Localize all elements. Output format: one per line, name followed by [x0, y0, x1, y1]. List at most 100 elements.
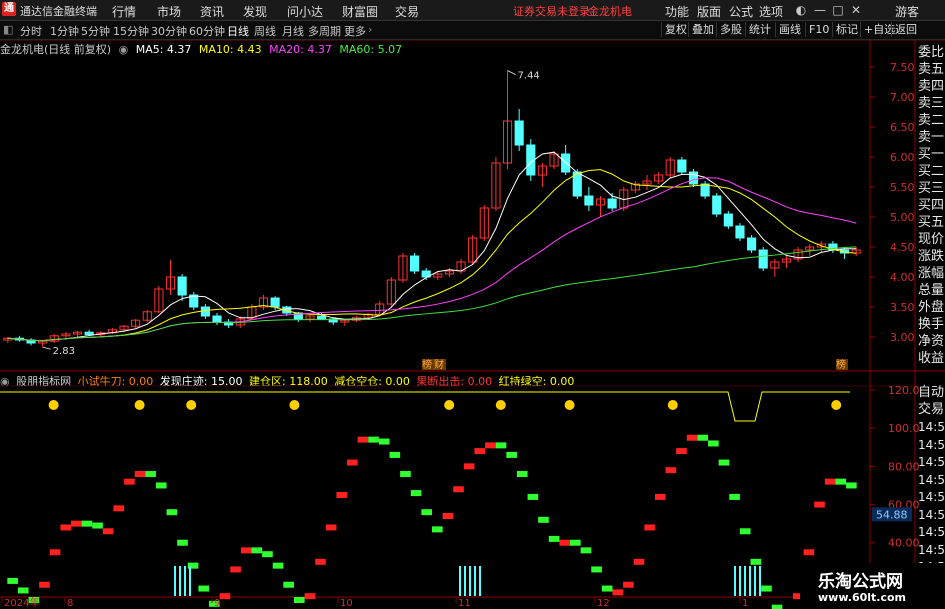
candle-body-23 [270, 297, 280, 308]
indicator-step-63 [665, 467, 677, 474]
tab-1min[interactable]: 1分钟 [50, 23, 79, 39]
menu-jiaoyi[interactable]: 交易 [395, 3, 419, 20]
tab-60min[interactable]: 60分钟 [189, 23, 225, 39]
tick-time-5: 14:56 [918, 507, 945, 522]
quote-panel: 委比 卖五 卖四 卖三 卖二 卖一 买一 买二 买三 买四 买五 现价 涨跌 涨幅 总量 外盘 换手 净资 收益 [918, 44, 945, 367]
biaoji-button[interactable]: 标记 [832, 22, 861, 37]
candle-body-65 [758, 249, 768, 269]
candle-body-46 [537, 165, 547, 176]
menu-xuanxiang[interactable]: 选项 [759, 3, 783, 20]
time-axis-label-3: 10 [340, 598, 353, 609]
candle-body-55 [642, 180, 652, 185]
menu-wenxiaoda[interactable]: 问小达 [287, 3, 323, 20]
candle-body-8 [96, 332, 106, 336]
indicator-step-44 [463, 463, 475, 470]
indicator-step-55 [580, 547, 592, 554]
candle-body-32 [375, 303, 385, 315]
candle-body-38 [444, 270, 455, 275]
indicator-step-35 [368, 436, 379, 443]
tick-time-4: 14:56 [918, 490, 945, 504]
smiley-icon-7 [667, 400, 678, 410]
indicator-step-8 [81, 520, 93, 527]
candle-body-54 [630, 183, 640, 191]
tab-30min[interactable]: 30分钟 [151, 23, 187, 39]
menu-caifuquan[interactable]: 财富圈 [342, 3, 378, 20]
tab-monthly[interactable]: 月线 [282, 23, 304, 39]
quote-label-18: 收益 [918, 351, 945, 366]
tab-fenshi[interactable]: 分时 [20, 23, 42, 39]
indicator-step-47 [495, 442, 507, 449]
tick-time-6: 14:56 [918, 525, 945, 539]
candle-body-69 [805, 246, 815, 251]
quote-label-15: 外盘 [918, 300, 945, 315]
indicator-step-52 [548, 535, 560, 542]
diejia-button[interactable]: 叠加 [688, 22, 717, 37]
candle-body-45 [526, 144, 536, 176]
tongji-button[interactable]: 统计 [745, 22, 774, 37]
quote-label-1: 卖五 [918, 62, 945, 77]
tick-time-3: 14:56 [918, 472, 945, 487]
back-button[interactable]: 返回 [891, 22, 920, 37]
indicator-settings-icon[interactable]: ◉ [0, 375, 10, 388]
indicator-step-1 [7, 577, 18, 584]
tab-daily[interactable]: 日线 [227, 23, 249, 39]
candle-body-33 [386, 279, 396, 305]
tab-5min[interactable]: 5分钟 [81, 23, 110, 39]
tab-multi-period[interactable]: 多周期 [308, 23, 341, 39]
candle-body-35 [410, 255, 420, 272]
indicator-step-60 [633, 558, 645, 565]
more-chevron-icon[interactable]: › [368, 23, 372, 36]
menu-zixun[interactable]: 资讯 [200, 3, 224, 20]
candle-body-25 [293, 312, 303, 320]
menu-faxian[interactable]: 发现 [243, 3, 267, 20]
candle-body-70 [816, 243, 826, 248]
quote-label-3: 卖三 [918, 96, 945, 111]
menu-banmian[interactable]: 版面 [697, 3, 721, 20]
candle-body-10 [119, 325, 129, 331]
indicator-step-5 [49, 549, 61, 556]
tab-more[interactable]: 更多 [344, 23, 366, 39]
stock-chart[interactable]: 7.50 7.00 6.50 6.00 5.50 5.00 4.50 4.00 3.50 3.00… [0, 0, 945, 609]
login-alert[interactable]: 证券交易未登录 [513, 3, 590, 19]
price-axis-label-6: 4.50 [890, 241, 915, 254]
tab-weekly[interactable]: 周线 [254, 23, 276, 39]
fuquan-button[interactable]: 复权 [661, 22, 690, 37]
low-price-label: 2.83 [53, 346, 75, 357]
menu-gongshi[interactable]: 公式 [729, 3, 753, 20]
main-chart-header: 金龙机电(日线 前复权) ◉ MA5: 4.37 MA10: 4.43 MA20… [0, 41, 406, 57]
close-icon[interactable]: ✕ [848, 2, 864, 18]
high-pointer [507, 70, 516, 76]
candle-body-15 [177, 276, 187, 296]
indicator-value-4: 减仓空仓: 0.00 [334, 375, 410, 388]
tab-15min[interactable]: 15分钟 [113, 23, 149, 39]
menu-shichang[interactable]: 市场 [157, 3, 181, 20]
f10-button[interactable]: F10 [805, 22, 832, 37]
settings-icon[interactable]: ◉ [119, 43, 129, 56]
minimize-icon[interactable]: — [812, 2, 828, 18]
quote-label-8: 买三 [918, 181, 945, 196]
candle-body-28 [328, 318, 338, 323]
menu-hangqing[interactable]: 行情 [112, 3, 136, 20]
indicator-step-68 [718, 459, 730, 466]
ma20-label: MA20: 4.37 [269, 43, 332, 56]
indicator-step-4 [39, 581, 50, 588]
duogu-button[interactable]: 多股 [716, 22, 745, 37]
candle-body-29 [340, 319, 350, 323]
indicator-step-78 [824, 478, 836, 485]
maximize-icon[interactable]: □ [830, 2, 846, 18]
menu-gongneng[interactable]: 功能 [665, 3, 689, 20]
price-axis-label-4: 5.50 [890, 181, 915, 194]
indicator-step-76 [803, 549, 815, 556]
guest-label[interactable]: 游客 [895, 3, 919, 20]
sidebar-toggle-icon[interactable]: ◧ [3, 23, 13, 36]
indicator-step-7 [71, 520, 82, 527]
indicator-step-49 [516, 471, 528, 477]
smiley-icon-4 [444, 400, 455, 410]
indicator-step-19 [198, 585, 210, 592]
skin-icon[interactable]: ◐ [793, 2, 809, 18]
huaxian-button[interactable]: 画线 [775, 22, 804, 37]
indicator-step-32 [336, 492, 348, 498]
quote-label-10: 买五 [918, 215, 945, 230]
indicator-value-2: 发现庄迹: 15.00 [159, 375, 243, 388]
indicator-step-59 [623, 581, 634, 588]
